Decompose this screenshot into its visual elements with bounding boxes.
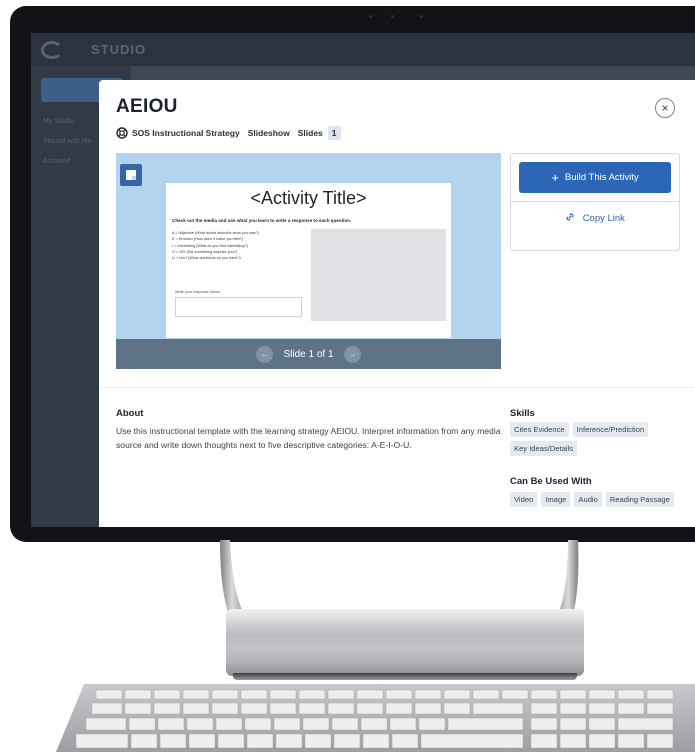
camera-dot bbox=[420, 15, 423, 18]
monitor-stand-arms bbox=[220, 540, 579, 618]
type-label: Slideshow bbox=[247, 128, 290, 138]
slide-response-label: Write your response below. bbox=[175, 290, 221, 294]
app-name: STUDIO bbox=[91, 42, 147, 57]
activity-meta: SOS Instructional Strategy Slideshow Sli… bbox=[116, 126, 341, 140]
skills-tags: Cites Evidence Inference/Prediction Key … bbox=[510, 422, 695, 460]
about-heading: About bbox=[116, 408, 144, 419]
strategy-label: SOS Instructional Strategy bbox=[132, 128, 240, 138]
slide-navigation: ← Slide 1 of 1 → bbox=[116, 339, 501, 369]
activity-title: AEIOU bbox=[116, 96, 178, 117]
slide-counter: Slide 1 of 1 bbox=[283, 348, 334, 360]
previous-slide-button[interactable]: ← bbox=[256, 345, 274, 363]
media-tag: Video bbox=[510, 492, 538, 507]
monitor-stand-base bbox=[226, 609, 584, 676]
app-logo-icon bbox=[41, 41, 63, 59]
skill-tag: Cites Evidence bbox=[510, 422, 569, 437]
camera-dot bbox=[391, 15, 394, 18]
copy-link-button[interactable]: Copy Link bbox=[511, 212, 679, 224]
slide-instruction: Check out the media and use what you lea… bbox=[172, 218, 352, 223]
slide-prompt-line: U = Um? (What questions do you have?) bbox=[172, 256, 241, 261]
sidebar-item-shared[interactable]: Shared with Me bbox=[43, 138, 92, 145]
activity-modal: AEIOU SOS Instructional Strategy Slidesh… bbox=[99, 80, 695, 527]
camera-dot bbox=[369, 15, 372, 18]
sidebar-item-archived[interactable]: Archived bbox=[43, 158, 70, 165]
sidebar-item-my-studio[interactable]: My Studio bbox=[43, 118, 74, 125]
next-slide-button[interactable]: → bbox=[343, 345, 361, 363]
arrow-left-icon: ← bbox=[259, 348, 270, 360]
device-scene: STUDIO My Studio Shared with Me Archived… bbox=[0, 0, 695, 752]
slide-preview: <Activity Title> Check out the media and… bbox=[116, 153, 501, 369]
slides-label: Slides bbox=[297, 128, 323, 138]
monitor-stand-shadow bbox=[233, 673, 577, 680]
keyboard bbox=[56, 684, 695, 752]
skills-heading: Skills bbox=[510, 408, 535, 419]
media-tag: Image bbox=[541, 492, 571, 507]
slide-prompt-list: A = Adjective (What words describe what … bbox=[172, 230, 302, 261]
used-with-heading: Can Be Used With bbox=[510, 476, 592, 487]
slides-count-badge: 1 bbox=[327, 126, 341, 140]
arrow-right-icon: → bbox=[347, 348, 358, 360]
monitor-bezel: STUDIO My Studio Shared with Me Archived… bbox=[10, 6, 695, 542]
divider bbox=[511, 201, 679, 202]
slide-media-placeholder bbox=[311, 229, 446, 321]
build-activity-button[interactable]: + Build This Activity bbox=[519, 162, 671, 193]
about-text: Use this instructional template with the… bbox=[116, 426, 501, 450]
note-icon bbox=[120, 164, 142, 186]
slide-thumbnail: <Activity Title> Check out the media and… bbox=[166, 183, 451, 338]
skill-tag: Inference/Prediction bbox=[572, 422, 649, 437]
media-tag: Reading Passage bbox=[605, 492, 674, 507]
activity-details: About Use this instructional template wi… bbox=[99, 387, 695, 527]
plus-icon: + bbox=[551, 170, 559, 185]
media-tag: Audio bbox=[574, 492, 602, 507]
link-icon bbox=[566, 213, 574, 221]
app-header: STUDIO bbox=[31, 33, 695, 66]
screen: STUDIO My Studio Shared with Me Archived… bbox=[31, 33, 695, 527]
close-icon: × bbox=[661, 101, 669, 115]
slide-response-box bbox=[175, 297, 302, 317]
build-activity-label: Build This Activity bbox=[564, 172, 639, 183]
slide-title: <Activity Title> bbox=[250, 188, 367, 208]
copy-link-label: Copy Link bbox=[582, 213, 625, 224]
used-with-tags: Video Image Audio Reading Passage bbox=[510, 492, 695, 511]
skill-tag: Key Ideas/Details bbox=[510, 441, 578, 456]
action-panel: + Build This Activity Copy Link bbox=[510, 153, 680, 251]
close-button[interactable]: × bbox=[655, 98, 675, 118]
lifebuoy-icon bbox=[116, 127, 128, 139]
